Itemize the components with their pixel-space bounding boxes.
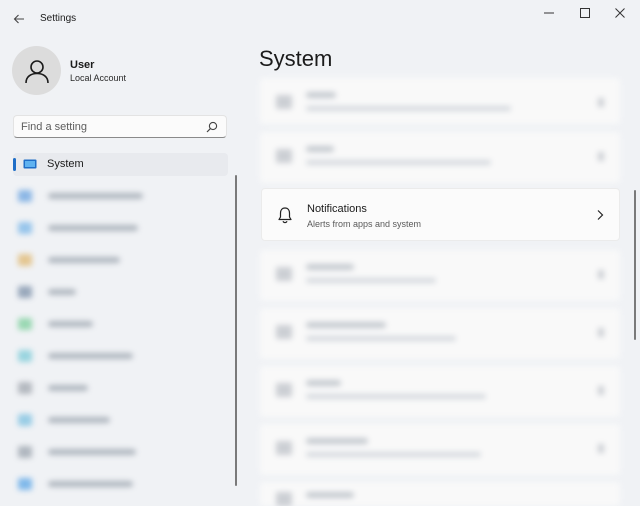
account-type: Local Account xyxy=(70,73,127,83)
app-title: Settings xyxy=(40,13,77,24)
notifications-title: Notifications xyxy=(307,203,367,215)
sidebar-item-blurred[interactable] xyxy=(18,348,158,364)
minimize-icon xyxy=(544,12,554,14)
search-input[interactable] xyxy=(21,119,201,135)
page-title: System xyxy=(259,46,333,71)
sidebar-item-blurred[interactable] xyxy=(18,284,158,300)
settings-card-blurred[interactable] xyxy=(260,132,620,183)
account-name: User xyxy=(70,59,95,71)
settings-card-blurred[interactable] xyxy=(260,308,620,359)
notifications-subtitle: Alerts from apps and system xyxy=(307,219,422,229)
user-icon xyxy=(24,59,49,83)
back-button[interactable] xyxy=(8,8,30,30)
search-icon[interactable] xyxy=(206,121,218,133)
sidebar-scrollbar[interactable] xyxy=(235,175,237,486)
bell-icon xyxy=(278,207,292,224)
sidebar-item-blurred[interactable] xyxy=(18,380,158,396)
title-bar: Settings xyxy=(0,0,640,38)
search-box[interactable] xyxy=(13,115,227,138)
content-scrollbar[interactable] xyxy=(634,190,636,340)
avatar[interactable] xyxy=(12,46,61,95)
sidebar-item-system[interactable]: System xyxy=(13,153,228,176)
settings-card-blurred[interactable] xyxy=(260,424,620,475)
close-button[interactable] xyxy=(605,4,635,22)
notifications-card[interactable]: Notifications Alerts from apps and syste… xyxy=(261,188,620,241)
settings-card-blurred[interactable] xyxy=(260,482,620,506)
monitor-icon xyxy=(23,159,37,169)
sidebar-item-blurred[interactable] xyxy=(18,316,158,332)
minimize-button[interactable] xyxy=(534,4,564,22)
sidebar-item-blurred[interactable] xyxy=(18,252,158,268)
back-arrow-icon xyxy=(13,14,24,24)
settings-card-blurred[interactable] xyxy=(260,366,620,417)
chevron-right-icon xyxy=(597,210,604,220)
sidebar-item-label: System xyxy=(47,158,84,170)
close-icon xyxy=(615,8,625,18)
sidebar-item-blurred[interactable] xyxy=(18,444,158,460)
settings-window: Settings User Local Account S xyxy=(0,0,640,506)
sidebar-item-blurred[interactable] xyxy=(18,412,158,428)
sidebar-item-blurred[interactable] xyxy=(18,188,158,204)
settings-card-blurred[interactable] xyxy=(260,78,620,124)
settings-card-blurred[interactable] xyxy=(260,250,620,301)
sidebar-item-blurred[interactable] xyxy=(18,476,158,492)
sidebar-item-blurred[interactable] xyxy=(18,220,158,236)
maximize-icon xyxy=(580,8,590,18)
selection-indicator xyxy=(13,158,16,171)
maximize-button[interactable] xyxy=(570,4,600,22)
